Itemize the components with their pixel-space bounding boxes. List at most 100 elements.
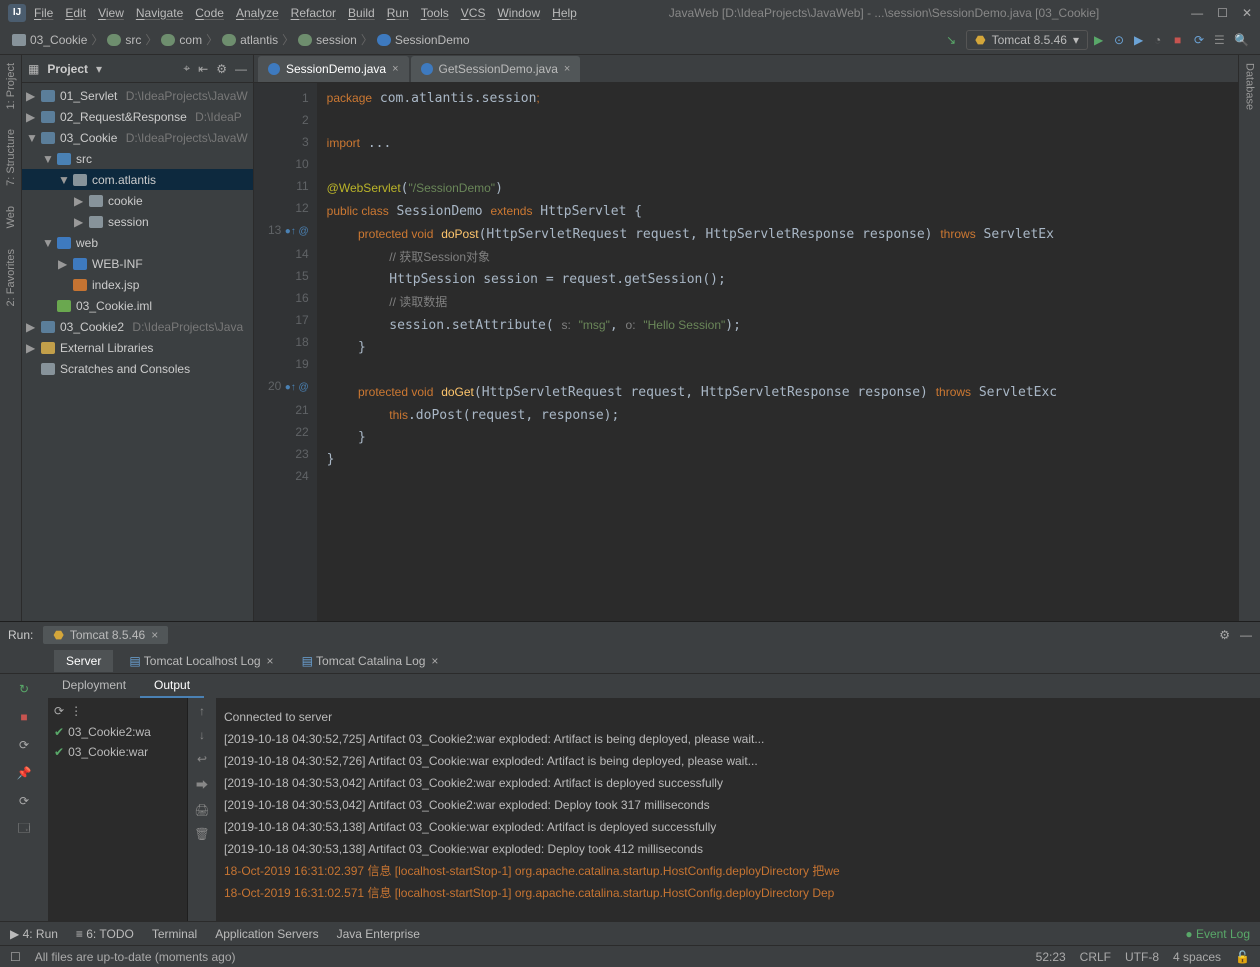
debug-icon[interactable]: ⊙	[1114, 33, 1128, 47]
menu-help[interactable]: Help	[552, 6, 577, 20]
minimize-icon[interactable]: —	[1191, 6, 1203, 20]
run-config-selector[interactable]: ⬣ Tomcat 8.5.46 ▾	[966, 30, 1088, 50]
clear-icon[interactable]: 🗑	[194, 827, 209, 841]
menu-run[interactable]: Run	[387, 6, 409, 20]
tree-item[interactable]: ▶External Libraries	[22, 337, 253, 358]
tree-caret-icon[interactable]: ▶	[26, 341, 36, 355]
tree-caret-icon[interactable]: ▶	[74, 194, 84, 208]
run-icon[interactable]: ▶	[1094, 33, 1108, 47]
coverage-icon[interactable]: ▶	[1134, 33, 1148, 47]
gear-icon[interactable]: ⚙	[216, 62, 227, 76]
close-icon[interactable]: ×	[267, 654, 274, 668]
editor-tab[interactable]: SessionDemo.java×	[258, 56, 409, 82]
refresh-icon[interactable]: ⟳	[15, 792, 33, 810]
close-icon[interactable]: ✕	[1242, 6, 1252, 20]
indent-setting[interactable]: 4 spaces	[1173, 950, 1221, 964]
lock-icon[interactable]: 🔓	[1235, 950, 1250, 964]
artifact-item[interactable]: ✔03_Cookie2:wa	[54, 722, 181, 742]
bottom-tool-tab[interactable]: ≡ 6: TODO	[76, 927, 134, 941]
tool-tab[interactable]: 2: Favorites	[5, 249, 17, 306]
menu-navigate[interactable]: Navigate	[136, 6, 183, 20]
tool-tab[interactable]: Web	[5, 206, 17, 228]
tree-item[interactable]: Scratches and Consoles	[22, 358, 253, 379]
deploy-more-icon[interactable]: ⋮	[70, 704, 82, 718]
database-tab[interactable]: Database	[1244, 63, 1256, 110]
override-icon[interactable]: ●↑ @	[285, 382, 309, 393]
menu-analyze[interactable]: Analyze	[236, 6, 279, 20]
tree-caret-icon[interactable]: ▼	[26, 131, 36, 145]
hide-icon[interactable]: —	[1240, 628, 1252, 642]
tree-item[interactable]: ▶WEB-INF	[22, 253, 253, 274]
tree-item[interactable]: ▶02_Request&Response D:\IdeaP	[22, 106, 253, 127]
update-icon[interactable]: ⟳	[1194, 33, 1208, 47]
search-icon[interactable]: 🔍	[1234, 33, 1248, 47]
menu-build[interactable]: Build	[348, 6, 375, 20]
run-subtab[interactable]: Deployment	[48, 674, 140, 698]
caret-position[interactable]: 52:23	[1036, 950, 1066, 964]
up-icon[interactable]: ↑	[199, 704, 205, 718]
file-encoding[interactable]: UTF-8	[1125, 950, 1159, 964]
bottom-tool-tab[interactable]: Application Servers	[215, 927, 318, 941]
tree-item[interactable]: ▼com.atlantis	[22, 169, 253, 190]
run-config-tab[interactable]: ⬣ Tomcat 8.5.46 ×	[43, 626, 168, 644]
gear-icon[interactable]: ⚙	[1219, 628, 1230, 642]
tree-item[interactable]: 03_Cookie.iml	[22, 295, 253, 316]
close-icon[interactable]: ×	[564, 63, 570, 75]
project-tree[interactable]: ▶01_Servlet D:\IdeaProjects\JavaW▶02_Req…	[22, 83, 253, 621]
menu-vcs[interactable]: VCS	[461, 6, 486, 20]
chevron-down-icon[interactable]: ▾	[96, 62, 102, 76]
console-output[interactable]: Connected to server[2019-10-18 04:30:52,…	[216, 698, 1260, 921]
run-tab[interactable]: ▤ Tomcat Localhost Log×	[117, 650, 285, 672]
tree-caret-icon[interactable]: ▶	[26, 320, 36, 334]
breadcrumb-item[interactable]: com	[161, 33, 202, 47]
tree-caret-icon[interactable]: ▼	[42, 236, 52, 250]
breadcrumb-item[interactable]: 03_Cookie	[12, 33, 87, 47]
collapse-icon[interactable]: ⇤	[198, 62, 208, 76]
run-subtab[interactable]: Output	[140, 674, 204, 698]
override-icon[interactable]: ●↑ @	[285, 226, 309, 237]
rerun-icon[interactable]: ↻	[15, 680, 33, 698]
print-icon[interactable]: 🖨	[194, 803, 209, 817]
run-tab[interactable]: Server	[54, 650, 113, 672]
code-editor[interactable]: 12310111213 ●↑ @14151617181920 ●↑ @21222…	[254, 83, 1238, 621]
tree-item[interactable]: ▼src	[22, 148, 253, 169]
bottom-tool-tab[interactable]: Java Enterprise	[337, 927, 420, 941]
bottom-tool-tab[interactable]: ▶ 4: Run	[10, 927, 58, 941]
tree-item[interactable]: ▶01_Servlet D:\IdeaProjects\JavaW	[22, 85, 253, 106]
menu-code[interactable]: Code	[195, 6, 224, 20]
tool-tab[interactable]: 1: Project	[5, 63, 17, 109]
tree-item[interactable]: ▼web	[22, 232, 253, 253]
close-icon[interactable]: ×	[392, 63, 398, 75]
tree-caret-icon[interactable]: ▶	[74, 215, 84, 229]
tree-item[interactable]: ▼03_Cookie D:\IdeaProjects\JavaW	[22, 127, 253, 148]
run-tab[interactable]: ▤ Tomcat Catalina Log×	[290, 650, 451, 672]
tree-item[interactable]: index.jsp	[22, 274, 253, 295]
tree-item[interactable]: ▶cookie	[22, 190, 253, 211]
down-icon[interactable]: ↓	[199, 728, 205, 742]
tree-caret-icon[interactable]: ▼	[58, 173, 68, 187]
bottom-tool-tab[interactable]: Terminal	[152, 927, 197, 941]
tool-tab[interactable]: 7: Structure	[5, 129, 17, 186]
event-log-tab[interactable]: ● Event Log	[1185, 927, 1250, 941]
stop-icon[interactable]: ■	[1174, 33, 1188, 47]
update-icon[interactable]: ⟳	[15, 736, 33, 754]
browser-icon[interactable]: 🗔	[15, 820, 33, 838]
close-icon[interactable]: ×	[431, 654, 438, 668]
hide-icon[interactable]: —	[235, 62, 247, 76]
tree-caret-icon[interactable]: ▶	[58, 257, 68, 271]
maximize-icon[interactable]: ☐	[1217, 6, 1228, 20]
deploy-refresh-icon[interactable]: ⟳	[54, 704, 64, 718]
breadcrumb-item[interactable]: atlantis	[222, 33, 278, 47]
scroll-icon[interactable]: ⮕	[196, 776, 208, 793]
structure-icon[interactable]: ☰	[1214, 33, 1228, 47]
breadcrumb-item[interactable]: SessionDemo	[377, 33, 470, 47]
build-icon[interactable]: ↘	[946, 33, 960, 47]
locate-icon[interactable]: ⌖	[183, 61, 190, 76]
menu-refactor[interactable]: Refactor	[291, 6, 336, 20]
menu-tools[interactable]: Tools	[421, 6, 449, 20]
pin-icon[interactable]: 📌	[15, 764, 33, 782]
close-icon[interactable]: ×	[151, 628, 158, 642]
tree-caret-icon[interactable]: ▶	[26, 89, 36, 103]
menu-edit[interactable]: Edit	[65, 6, 86, 20]
wrap-icon[interactable]: ↩	[197, 752, 207, 766]
